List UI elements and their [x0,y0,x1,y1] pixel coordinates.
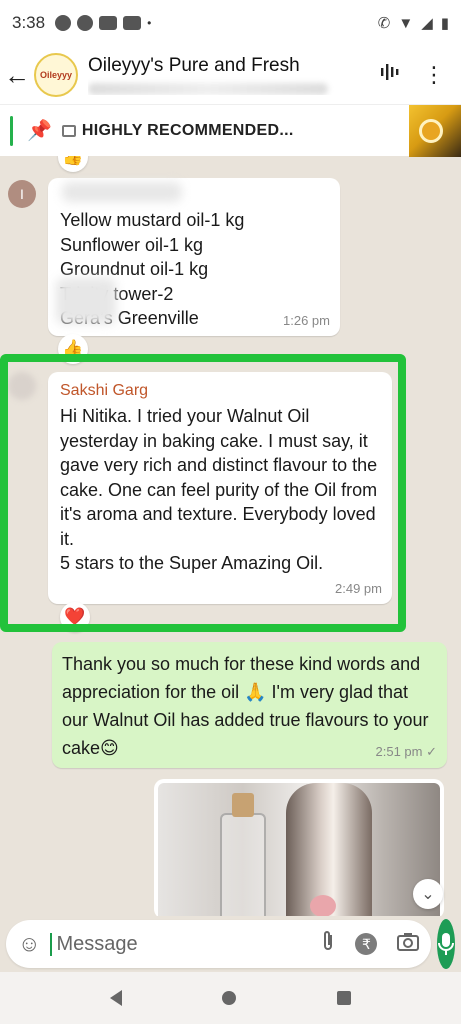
wifi-icon: ▼ [398,14,414,32]
pinned-message-text: HIGHLY RECOMMENDED... [81,121,294,139]
emoji-icon[interactable]: ☺ [18,931,40,957]
camera-icon[interactable] [397,931,420,957]
sender-avatar[interactable]: I [8,180,36,208]
pinned-indicator [10,115,13,146]
compose-actions: ₹ [321,930,420,958]
pinned-message-bar[interactable]: 📌 HIGHLY RECOMMENDED... [0,104,461,157]
highlight-annotation-frame [0,354,406,632]
oil-cup-image [419,119,443,143]
system-nav-bar [0,972,461,1024]
message-bubble[interactable]: Yellow mustard oil-1 kg Sunflower oil-1 … [48,178,340,336]
chevrons-down-icon[interactable]: ⌄ [413,879,443,909]
app-notification-icon [99,16,118,30]
blurred-sender-name [62,182,182,202]
signal-icon: ◢ [421,15,433,32]
chat-area: 👍 I Yellow mustard oil-1 kg Sunflower oi… [0,156,461,916]
status-time: 3:38 [12,13,46,32]
pinned-thumbnail[interactable] [409,105,461,157]
blurred-region [56,278,116,324]
message-compose-bar: ☺ ₹ [0,916,461,972]
pin-icon[interactable]: 📌 [27,118,52,143]
call-icon: ✆ [377,15,391,32]
image-message[interactable] [154,779,444,916]
message-input[interactable] [50,932,322,956]
group-avatar[interactable]: Oileyyy [34,53,78,97]
rupee-icon[interactable]: ₹ [355,933,378,955]
more-notifications-icon: • [147,16,152,30]
outgoing-message-bubble[interactable]: Thank you so much for these kind words a… [52,642,447,768]
chat-title: Oileyyy's Pure and Fresh [88,55,300,76]
image-icon [61,124,76,137]
chat-notification-icon [77,15,94,31]
status-bar: 3:38 • ✆ ▼ ◢ ▮ [0,0,461,46]
system-icons: ✆ ▼ ◢ ▮ [377,14,449,33]
oil-bottles-photo [158,783,440,916]
mic-icon[interactable] [437,919,456,969]
reaction-badge[interactable]: 👍 [58,156,88,172]
glass-bottle-image [220,793,266,916]
rose-image [310,895,336,916]
message-time: 1:26 pm [283,313,330,328]
audio-wave-icon[interactable] [379,61,401,89]
message-time: 2:51 pm ✓ [375,744,437,759]
nav-recents-icon[interactable] [336,991,351,1005]
header-actions: ⋮ [379,61,461,89]
compose-pill: ☺ ₹ [6,920,432,968]
more-vertical-icon[interactable]: ⋮ [423,62,445,88]
paperclip-icon[interactable] [321,930,335,958]
arrow-left-icon[interactable]: ← [0,46,34,104]
nav-home-icon[interactable] [222,991,237,1005]
app-notification-icon [123,16,142,30]
chat-header: ← Oileyyy Oileyyy's Pure and Fresh ⋮ [0,46,461,104]
battery-icon: ▮ [440,15,449,32]
notification-icons: • [55,15,151,31]
chat-subtitle-blurred [88,83,328,95]
cork-image [232,793,254,817]
group-avatar-logo: Oileyyy [39,70,73,80]
chat-notification-icon [55,15,72,31]
chat-title-area[interactable]: Oileyyy's Pure and Fresh [88,55,379,95]
nav-back-icon[interactable] [110,990,123,1006]
sender-initial: I [20,186,24,202]
